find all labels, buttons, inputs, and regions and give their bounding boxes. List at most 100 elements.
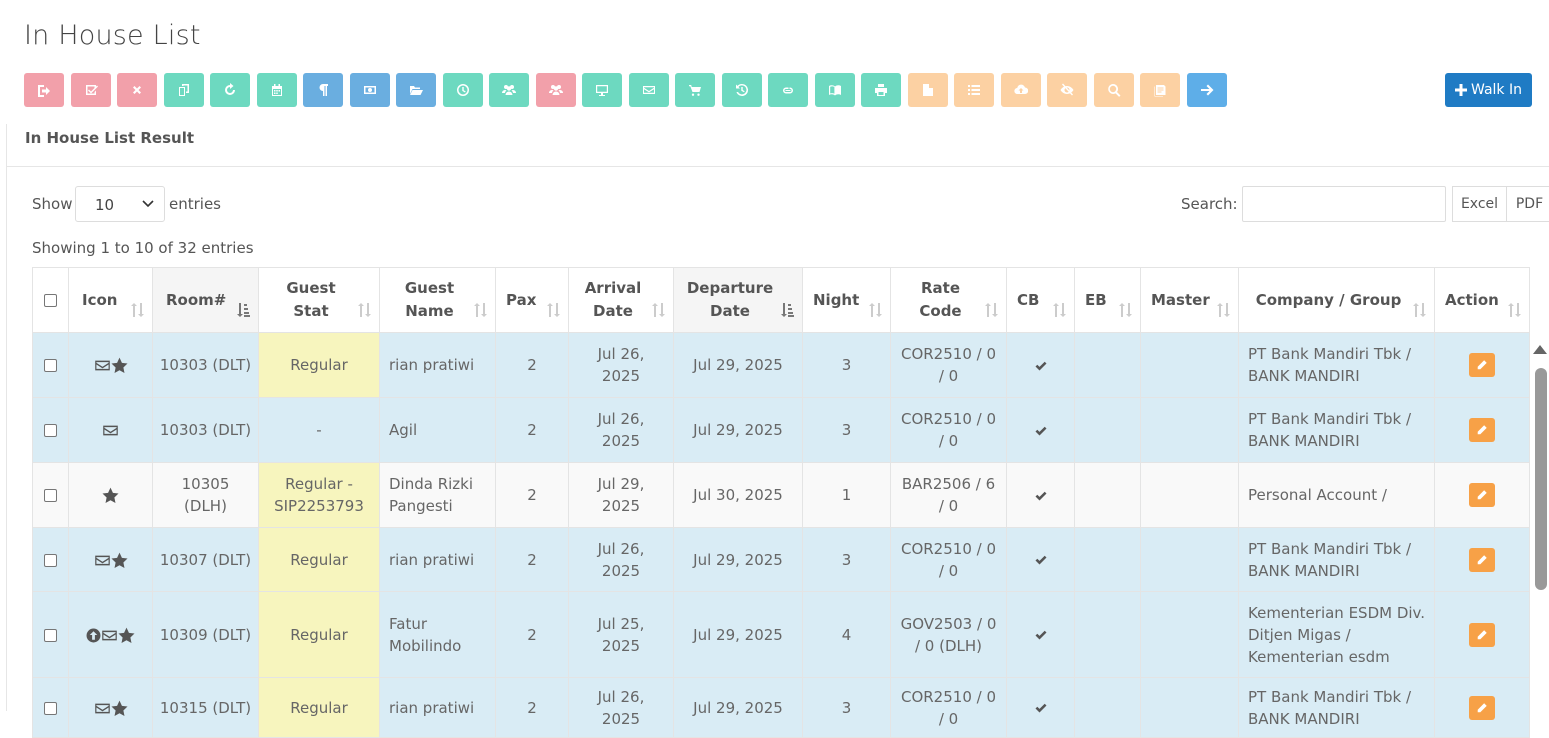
row-checkbox[interactable] [44, 489, 57, 502]
toolbar-button-search[interactable] [1093, 73, 1134, 107]
rate-code: / 0 [938, 709, 959, 728]
col-room[interactable]: Room# [152, 267, 259, 333]
pax-value: 2 [527, 421, 537, 439]
toolbar-button-copy[interactable] [163, 73, 204, 107]
toolbar-button-users[interactable] [489, 73, 529, 107]
departure-date: Jul 29, 2025 [693, 356, 783, 374]
excel-button[interactable]: Excel [1452, 186, 1507, 222]
action-cell [1434, 397, 1530, 463]
edit-button[interactable] [1469, 622, 1495, 647]
guest-name-cell: Dinda Rizki Pangesti [379, 462, 496, 528]
table-row[interactable]: 10303 (DLT) Regular rian pratiwi 2 Jul 26, 20… [32, 332, 1530, 398]
col-eb[interactable]: EB [1074, 267, 1141, 333]
arrival-date: 2025 [601, 497, 641, 515]
table-row[interactable]: 10307 (DLT) Regular rian pratiwi 2 Jul 26, 20… [32, 527, 1530, 592]
row-checkbox[interactable] [44, 424, 57, 437]
row-checkbox[interactable] [44, 701, 57, 715]
edit-button[interactable] [1469, 418, 1495, 442]
room-number: 10303 (DLT) [159, 421, 252, 439]
edit-button[interactable] [1469, 483, 1495, 507]
toolbar-button-calendar[interactable] [256, 73, 297, 107]
scroll-thumb[interactable] [1535, 368, 1547, 590]
toolbar-button-desktop[interactable] [582, 73, 622, 107]
col-guest-name[interactable]: Guest Name [379, 267, 496, 333]
book-icon [828, 85, 841, 96]
toolbar-button-arrow-right[interactable] [1186, 73, 1227, 107]
cart-icon [689, 85, 701, 96]
toolbar-button-notes[interactable] [1140, 73, 1180, 107]
row-select-cell [32, 462, 69, 528]
table-row[interactable]: 10305 (DLH) Regular - SIP2253793 Dinda Rizki… [32, 462, 1530, 528]
edit-button[interactable] [1469, 353, 1495, 377]
col-arrival[interactable]: Arrival Date [568, 267, 674, 333]
row-select-cell [32, 397, 69, 463]
company-name: BANK MANDIRI [1248, 561, 1360, 580]
guest-stat-cell: Regular [258, 332, 380, 398]
toolbar-button-history[interactable] [721, 73, 762, 107]
entries-select[interactable]: 10 [75, 186, 165, 222]
col-guest-stat[interactable]: Guest Stat [258, 267, 380, 333]
search-input[interactable] [1242, 186, 1446, 222]
toolbar-button-eye-slash[interactable] [1047, 73, 1087, 107]
company-name: Ditjen Migas / [1248, 625, 1351, 644]
col-label: EB [1085, 290, 1107, 309]
toolbar-button-paragraph[interactable] [303, 73, 343, 107]
company-name: PT Bank Mandiri Tbk / [1248, 687, 1412, 706]
guest-name: Mobilindo [389, 636, 462, 655]
col-pax[interactable]: Pax [495, 267, 569, 333]
col-night[interactable]: Night [802, 267, 891, 333]
paragraph-icon [319, 84, 328, 96]
table-row[interactable]: 10309 (DLT) Regular Fatur Mobilindo 2 Jul 25,… [32, 591, 1530, 678]
select-all-checkbox[interactable] [44, 293, 57, 307]
room-number: 10305 [181, 475, 230, 493]
row-checkbox[interactable] [44, 553, 57, 567]
star-icon [110, 700, 128, 716]
toolbar-button-book[interactable] [814, 73, 855, 107]
scroll-up-arrow[interactable] [1533, 345, 1547, 354]
toolbar-button-refresh[interactable] [210, 73, 250, 107]
guest-name-cell: rian pratiwi [379, 332, 496, 398]
pdf-button[interactable]: PDF [1506, 186, 1549, 222]
cb-cell [1006, 527, 1075, 592]
arrival-date: 2025 [601, 709, 641, 728]
toolbar-button-list[interactable] [954, 73, 994, 107]
edit-button[interactable] [1469, 547, 1495, 572]
pax-value: 2 [527, 356, 537, 374]
toolbar-button-clock[interactable] [442, 73, 483, 107]
star-icon [118, 627, 135, 643]
toolbar-button-money[interactable] [349, 73, 390, 107]
row-checkbox[interactable] [44, 628, 57, 642]
sort-icon [1217, 303, 1230, 317]
table-row[interactable]: 10303 (DLT) - Agil 2 Jul 26, 2025 Jul 29, 2025… [32, 397, 1530, 463]
toolbar-button-file[interactable] [907, 73, 948, 107]
master-cell [1140, 591, 1239, 678]
guest-name: rian pratiwi [389, 698, 475, 717]
toolbar-button-envelope[interactable] [628, 73, 669, 107]
toolbar-button-link[interactable] [768, 73, 808, 107]
walk-in-button[interactable]: Walk In [1445, 73, 1532, 107]
col-departure[interactable]: Departure Date [673, 267, 803, 333]
guest-stat: Regular [290, 550, 348, 569]
col-company[interactable]: Company / Group [1238, 267, 1435, 333]
toolbar-button-times[interactable] [117, 73, 157, 107]
company-name: PT Bank Mandiri Tbk / [1248, 539, 1412, 558]
table-row[interactable]: 10315 (DLT) Regular rian pratiwi 2 Jul 26, 20… [32, 677, 1530, 738]
cb-cell [1006, 397, 1075, 463]
col-master[interactable]: Master [1140, 267, 1239, 333]
toolbar-button-cart[interactable] [675, 73, 715, 107]
toolbar-button-check-square[interactable] [70, 73, 111, 107]
col-rate-code[interactable]: Rate Code [890, 267, 1007, 333]
col-icon[interactable]: Icon [68, 267, 153, 333]
toolbar-button-print[interactable] [861, 73, 901, 107]
col-action[interactable]: Action [1434, 267, 1530, 333]
toolbar-button-users[interactable] [535, 73, 576, 107]
toolbar-button-sign-out[interactable] [24, 73, 64, 107]
rate-code: / 0 [938, 561, 959, 580]
edit-button[interactable] [1469, 695, 1495, 720]
col-cb[interactable]: CB [1006, 267, 1075, 333]
clock-icon [456, 84, 469, 96]
guest-stat: SIP2253793 [274, 497, 364, 515]
row-checkbox[interactable] [44, 359, 57, 372]
toolbar-button-cloud-upload[interactable] [1000, 73, 1041, 107]
toolbar-button-folder-open[interactable] [396, 73, 436, 107]
